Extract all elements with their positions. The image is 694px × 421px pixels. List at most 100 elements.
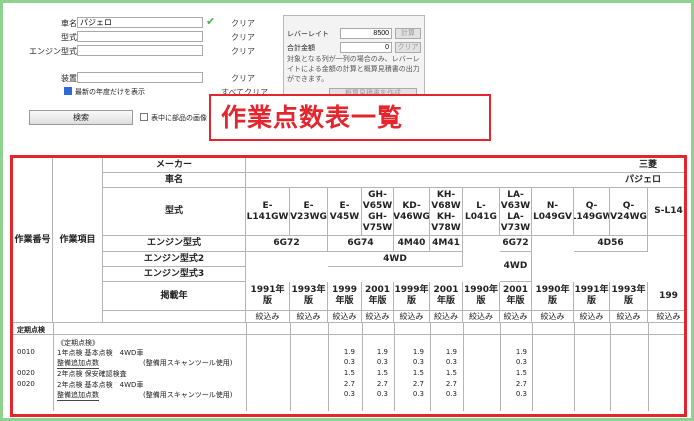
row-value: 1.5 xyxy=(343,369,355,377)
row-value: 2.7 xyxy=(515,380,527,388)
engine2-row-label: エンジン型式2 xyxy=(103,252,246,267)
grid-line xyxy=(246,323,247,411)
year-cell: 1993年版 xyxy=(290,282,328,311)
car-name-input[interactable] xyxy=(77,17,203,28)
car-row-label: 車名 xyxy=(103,173,246,188)
search-button[interactable]: 検索 xyxy=(29,110,133,125)
row-value: 1.9 xyxy=(412,348,424,356)
grid-line xyxy=(13,334,684,335)
filter-link[interactable]: 絞込み xyxy=(610,311,648,323)
type-cell: E-L141GW xyxy=(246,188,290,236)
panel-clear-button[interactable]: クリア xyxy=(395,42,421,53)
engine-cell: 6G72 xyxy=(500,236,532,252)
row-value: 0.3 xyxy=(343,358,355,366)
total-input[interactable] xyxy=(340,42,392,53)
row-value: 2.7 xyxy=(445,380,457,388)
rate-input[interactable] xyxy=(340,28,392,39)
row-sub: (整備用スキャンツール使用) xyxy=(143,391,233,399)
engine3-row-label: エンジン型式3 xyxy=(103,267,246,282)
engine-cell: 6G72 xyxy=(246,236,328,252)
latest-year-checkbox[interactable] xyxy=(64,87,72,95)
filter-link[interactable]: 絞込み xyxy=(290,311,328,323)
type-row-label: 型式 xyxy=(103,188,246,236)
clear-engine[interactable]: クリア xyxy=(231,46,255,57)
row-value: 1.5 xyxy=(412,369,424,377)
row-value: 1.5 xyxy=(445,369,457,377)
clear-type[interactable]: クリア xyxy=(231,32,255,43)
filter-link[interactable]: 絞込み xyxy=(430,311,463,323)
filter-link[interactable]: 絞込み xyxy=(328,311,362,323)
section-label: 定期点検 xyxy=(17,326,45,334)
work-points-table: 作業番号 作業項目 メーカー 車名 型式 エンジン型式 エンジン型式2 エンジン… xyxy=(10,155,687,417)
grid-line xyxy=(328,323,329,411)
type-input[interactable] xyxy=(77,31,203,42)
grid-line xyxy=(394,323,395,411)
engine2-cell: 4WD xyxy=(328,252,463,267)
maker-label: 車名 xyxy=(61,19,77,28)
filter-link[interactable]: 絞込み xyxy=(362,311,394,323)
row-item: 1年点検 基本点検 4WD車 xyxy=(57,349,144,357)
clear-car-name[interactable]: クリア xyxy=(231,18,255,29)
grid-line xyxy=(574,323,575,411)
type-cell: KD-V46WG xyxy=(394,188,430,236)
engine-input[interactable] xyxy=(77,45,203,56)
row-value: 1.9 xyxy=(445,348,457,356)
filter-link[interactable]: 絞込み xyxy=(648,311,684,323)
engine-cell: 4M41 xyxy=(430,236,463,252)
row-value: 1.9 xyxy=(376,348,388,356)
row-value: 1.5 xyxy=(376,369,388,377)
year-cell: 2001年版 xyxy=(430,282,463,311)
rate-label: レバーレイト xyxy=(287,30,329,38)
grid-line xyxy=(430,323,431,411)
filter-link[interactable]: 絞込み xyxy=(532,311,574,323)
maker-value: 三菱 xyxy=(246,158,684,173)
row-no: 0020 xyxy=(17,369,35,377)
filter-link[interactable]: 絞込み xyxy=(463,311,500,323)
grid-line xyxy=(500,323,501,411)
row-value: 1.9 xyxy=(343,348,355,356)
filter-link[interactable]: 絞込み xyxy=(394,311,430,323)
equip-input[interactable] xyxy=(77,72,203,83)
row-item: 2年点検 基本点検 4WD車 xyxy=(57,381,144,389)
grid-line xyxy=(362,323,363,411)
year-cell: 2001年版 xyxy=(500,282,532,311)
engine-cell: 4D56 xyxy=(574,236,648,252)
engine2-cell: 4WD xyxy=(500,252,532,282)
row-sub: (整備用スキャンツール使用) xyxy=(143,359,233,367)
type-cell: KH-V68W KH-V78W xyxy=(430,188,463,236)
filter-link[interactable]: 絞込み xyxy=(574,311,610,323)
row-value: 1.9 xyxy=(515,348,527,356)
row-value: 0.3 xyxy=(376,358,388,366)
additional-points-link[interactable]: 整備追加点数 xyxy=(57,390,99,401)
type-cell: GH-V65W GH-V75W xyxy=(362,188,394,236)
year-row-label: 掲載年 xyxy=(103,282,246,311)
calc-button[interactable]: 計算 xyxy=(395,28,421,39)
type-cell: L-L041G xyxy=(463,188,500,236)
check-icon: ✔ xyxy=(206,15,216,28)
equip-label: 装置 xyxy=(61,74,77,83)
row-no: 0010 xyxy=(17,348,35,356)
type-cell: N-L049GV xyxy=(532,188,574,236)
year-cell: 1999年版 xyxy=(328,282,362,311)
filter-link[interactable]: 絞込み xyxy=(246,311,290,323)
row-value: 0.3 xyxy=(515,358,527,366)
total-label: 合計金額 xyxy=(287,44,315,52)
group-label: 《定期点検》 xyxy=(57,339,99,347)
grid-line xyxy=(648,323,649,411)
additional-points-link[interactable]: 整備追加点数 xyxy=(57,358,99,369)
show-parts-checkbox[interactable] xyxy=(140,113,148,121)
col-item-header: 作業項目 xyxy=(53,158,103,323)
row-no: 0020 xyxy=(17,380,35,388)
filter-link[interactable]: 絞込み xyxy=(500,311,532,323)
row-value: 2.7 xyxy=(376,380,388,388)
year-cell: 1990年版 xyxy=(532,282,574,311)
panel-note: 対象となる列が一列の場合のみ、レバーレイトによる金額の計算と概算見積書の出力がで… xyxy=(287,55,420,83)
clear-equip[interactable]: クリア xyxy=(231,73,255,84)
col-no-header: 作業番号 xyxy=(13,158,53,323)
year-cell: 199 xyxy=(648,282,684,311)
row-value: 2.7 xyxy=(343,380,355,388)
row-value: 0.3 xyxy=(412,358,424,366)
maker-row-label: メーカー xyxy=(103,158,246,173)
year-cell: 1993年版 xyxy=(610,282,648,311)
engine-label: エンジン型式 xyxy=(29,47,77,56)
